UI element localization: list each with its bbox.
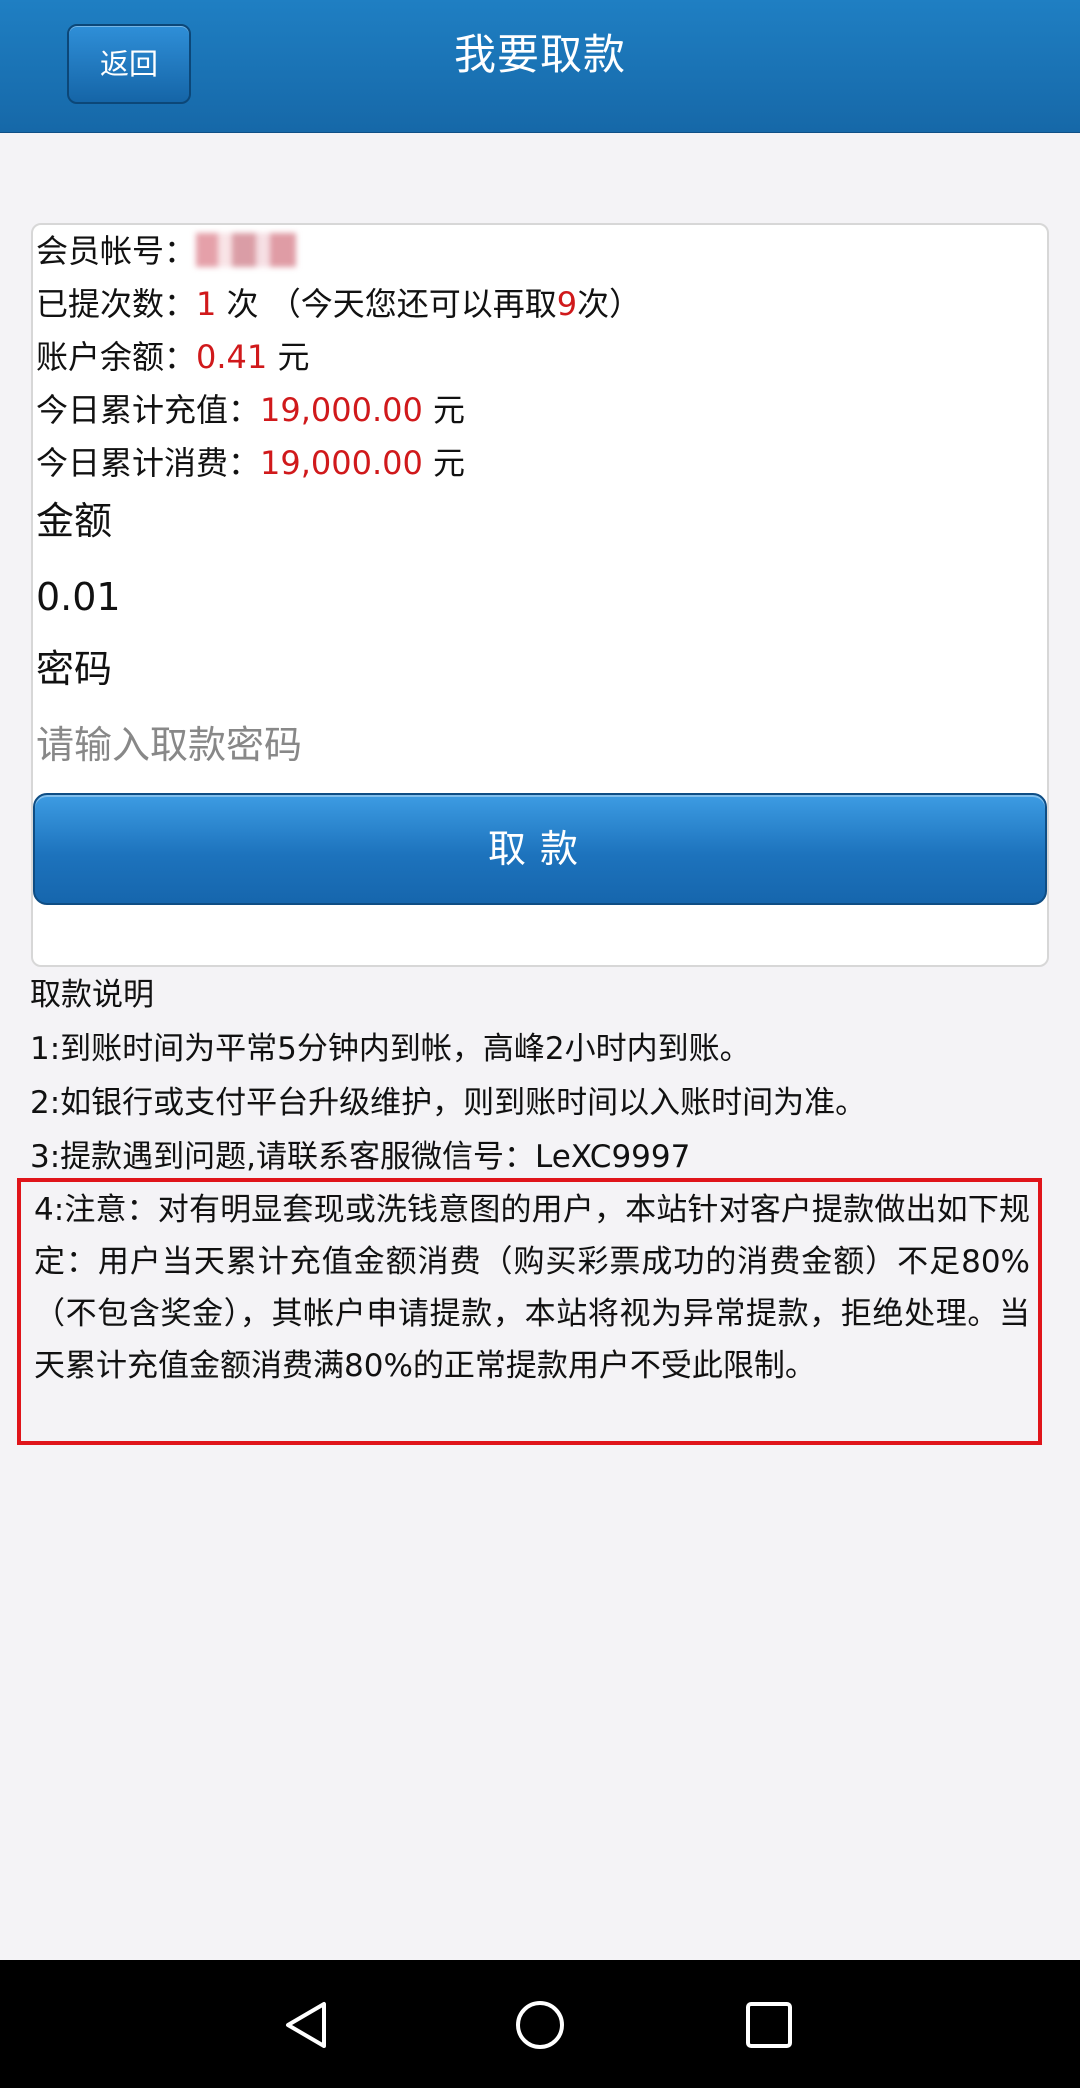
- app-header: 我要取款 返回: [0, 0, 1080, 133]
- spend-label: 今日累计消费：: [36, 444, 261, 482]
- system-nav-bar: [0, 1960, 1080, 2088]
- amount-label: 金额: [36, 499, 113, 543]
- spend-unit: 元: [422, 444, 466, 482]
- member-account-name-blurred: [196, 233, 297, 267]
- withdraw-submit-button[interactable]: 取款: [33, 793, 1047, 905]
- password-label: 密码: [36, 647, 113, 691]
- remaining-count-suffix: 次）: [577, 285, 642, 323]
- amount-input[interactable]: 0.01: [36, 567, 121, 627]
- recharge-unit: 元: [422, 391, 466, 429]
- balance-unit: 元: [267, 338, 310, 376]
- withdraw-count-unit: 次 （今天您还可以再取: [216, 285, 557, 323]
- member-account-label: 会员帐号：: [36, 232, 197, 270]
- remaining-count-value: 9: [556, 285, 578, 323]
- recharge-value: 19,000.00: [260, 391, 423, 429]
- balance-row: 账户余额：0.41 元: [36, 331, 309, 384]
- withdraw-count-row: 已提次数：1 次 （今天您还可以再取9次）: [36, 278, 641, 331]
- note-item-4: 4:注意：对有明显套现或洗钱意图的用户，本站针对客户提款做出如下规定：用户当天累…: [34, 1192, 1030, 1384]
- withdraw-count-label: 已提次数：: [36, 285, 197, 323]
- note-item-2: 2:如银行或支付平台升级维护，则到账时间以入账时间为准。: [30, 1085, 867, 1121]
- highlighted-note-box: 4:注意：对有明显套现或洗钱意图的用户，本站针对客户提款做出如下规定：用户当天累…: [17, 1178, 1042, 1445]
- notes-title: 取款说明: [30, 977, 154, 1013]
- note-item-1: 1:到账时间为平常5分钟内到帐，高峰2小时内到账。: [30, 1031, 751, 1067]
- balance-label: 账户余额：: [36, 338, 197, 376]
- note-item-3: 3:提款遇到问题,请联系客服微信号：LeXC9997: [30, 1139, 691, 1175]
- withdraw-count-value: 1: [196, 285, 217, 323]
- withdraw-card: 会员帐号： 已提次数：1 次 （今天您还可以再取9次） 账户余额：0.41 元 …: [31, 223, 1049, 967]
- home-circle-icon[interactable]: [513, 1998, 567, 2052]
- member-account-row: 会员帐号：: [36, 225, 297, 278]
- back-button[interactable]: 返回: [67, 24, 191, 104]
- back-triangle-icon[interactable]: [280, 1998, 334, 2052]
- spend-value: 19,000.00: [260, 444, 423, 482]
- recents-square-icon[interactable]: [742, 1998, 796, 2052]
- spend-row: 今日累计消费：19,000.00 元: [36, 437, 465, 490]
- balance-value: 0.41: [196, 338, 268, 376]
- withdraw-notes: 取款说明 1:到账时间为平常5分钟内到帐，高峰2小时内到账。 2:如银行或支付平…: [30, 968, 1050, 1184]
- password-input[interactable]: [36, 713, 1036, 777]
- recharge-label: 今日累计充值：: [36, 391, 261, 429]
- recharge-row: 今日累计充值：19,000.00 元: [36, 384, 465, 437]
